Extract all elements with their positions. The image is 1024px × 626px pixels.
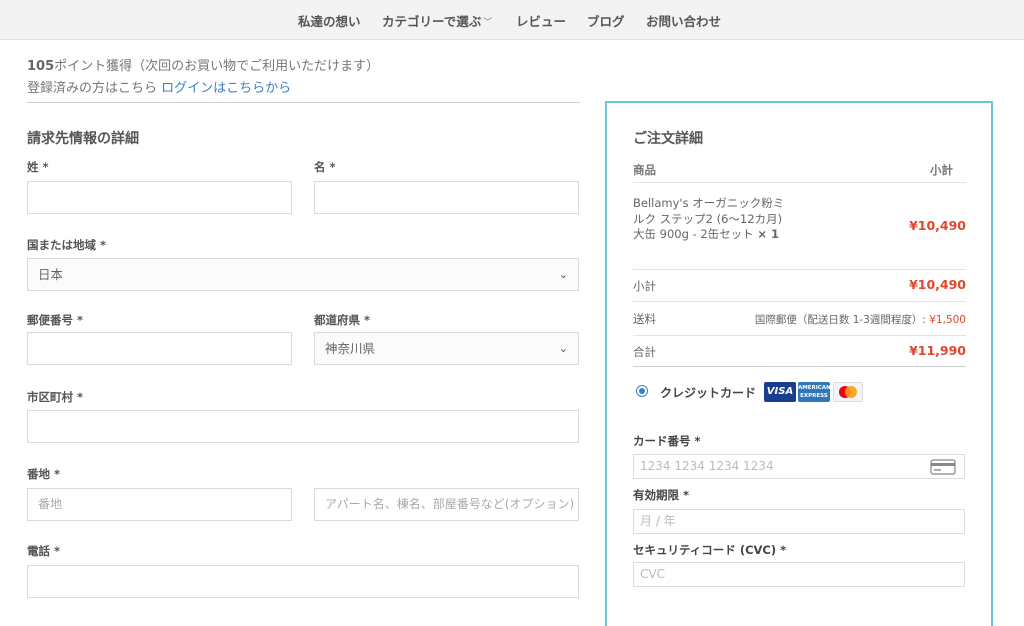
address1-input[interactable]: 番地 <box>27 488 292 521</box>
country-value: 日本 <box>38 267 64 282</box>
mastercard-logo-icon <box>833 382 863 402</box>
divider <box>633 335 966 336</box>
product-qty: × 1 <box>757 227 779 241</box>
payment-method-label: クレジットカード <box>660 386 757 400</box>
first-name-input[interactable] <box>314 181 579 214</box>
shipping-method: 国際郵便（配送日数 1-3週間程度）: <box>754 314 926 326</box>
divider <box>633 366 966 367</box>
shipping-info: 国際郵便（配送日数 1-3週間程度）: ¥1,500 <box>755 312 966 327</box>
prefecture-label: 都道府県 * <box>314 313 371 327</box>
chevron-down-icon: ⌄ <box>558 268 568 281</box>
city-label: 市区町村 * <box>27 390 84 404</box>
country-select[interactable]: 日本 ⌄ <box>27 258 579 291</box>
amex-logo-icon: AMERICAN EXPRESS <box>798 382 831 402</box>
total-value: ¥11,990 <box>909 343 966 358</box>
points-notice: 105ポイント獲得（次回のお買い物でご利用いただけます） <box>27 55 379 74</box>
nav-item-contact[interactable]: お問い合わせ <box>646 11 721 30</box>
last-name-label: 姓 * <box>27 160 49 174</box>
order-title: ご注文詳細 <box>633 131 703 147</box>
billing-title: 請求先情報の詳細 <box>27 131 139 147</box>
first-name-label: 名 * <box>314 160 336 174</box>
subtotal-label: 小計 <box>633 279 656 293</box>
login-notice: 登録済みの方はこちら ログインはこちらから <box>27 77 291 96</box>
shipping-value: ¥1,500 <box>929 314 966 326</box>
points-value: 105 <box>27 59 55 74</box>
points-text: ポイント獲得（次回のお買い物でご利用いただけます） <box>54 59 380 74</box>
prefecture-value: 神奈川県 <box>325 341 376 356</box>
col-subtotal: 小計 <box>930 163 953 177</box>
divider <box>27 102 580 103</box>
credit-card-icon <box>930 459 956 475</box>
address2-input[interactable]: アパート名、棟名、部屋番号など(オプション) <box>314 488 579 521</box>
nav-item-blog[interactable]: ブログ <box>587 11 625 30</box>
total-label: 合計 <box>633 345 656 359</box>
phone-input[interactable] <box>27 565 579 598</box>
card-number-input[interactable]: 1234 1234 1234 1234 <box>633 454 965 479</box>
expiry-label: 有効期限 * <box>633 488 690 502</box>
col-product: 商品 <box>633 163 656 177</box>
card-number-label: カード番号 * <box>633 434 701 448</box>
subtotal-value: ¥10,490 <box>909 277 966 292</box>
nav-item-philosophy[interactable]: 私達の想い <box>298 11 361 30</box>
shipping-label: 送料 <box>633 312 656 326</box>
cvc-label: セキュリティコード (CVC) * <box>633 543 787 557</box>
nav-item-category[interactable]: カテゴリーで選ぶ ﹀ <box>382 11 492 30</box>
city-input[interactable] <box>27 410 579 443</box>
mastercard-circles-icon <box>839 386 857 398</box>
last-name-input[interactable] <box>27 181 292 214</box>
cvc-input[interactable]: CVC <box>633 562 965 587</box>
visa-logo-icon: VISA <box>764 382 796 402</box>
nav-item-category-label: カテゴリーで選ぶ <box>382 14 482 29</box>
credit-card-radio[interactable] <box>636 385 648 397</box>
address-label: 番地 * <box>27 467 61 481</box>
top-nav: 私達の想い カテゴリーで選ぶ ﹀ レビュー ブログ お問い合わせ <box>0 0 1024 40</box>
postcode-input[interactable] <box>27 332 292 365</box>
chevron-down-icon: ﹀ <box>483 18 493 28</box>
country-label: 国または地域 * <box>27 238 107 252</box>
nav-item-review[interactable]: レビュー <box>516 11 566 30</box>
card-number-placeholder: 1234 1234 1234 1234 <box>640 459 774 473</box>
divider <box>633 182 966 183</box>
divider <box>633 269 966 270</box>
product-price: ¥10,490 <box>909 218 966 233</box>
prefecture-select[interactable]: 神奈川県 ⌄ <box>314 332 579 365</box>
postcode-label: 郵便番号 * <box>27 313 84 327</box>
order-product: Bellamy's オーガニック粉ミルク ステップ2 (6〜12カ月) 大缶 9… <box>633 196 793 243</box>
login-prefix: 登録済みの方はこちら <box>27 81 158 96</box>
login-link[interactable]: ログインはこちらから <box>161 81 291 96</box>
expiry-input[interactable]: 月 / 年 <box>633 509 965 534</box>
chevron-down-icon: ⌄ <box>558 342 568 355</box>
divider <box>633 301 966 302</box>
phone-label: 電話 * <box>27 544 61 558</box>
